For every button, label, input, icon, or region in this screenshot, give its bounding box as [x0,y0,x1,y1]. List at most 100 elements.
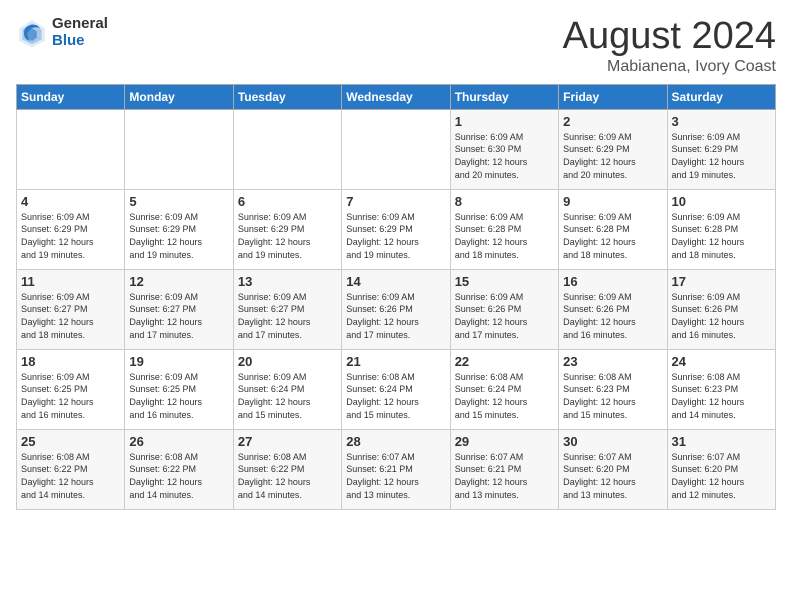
weekday-header: Sunday [17,84,125,109]
day-info: Sunrise: 6:09 AM Sunset: 6:29 PM Dayligh… [346,211,445,261]
calendar-cell: 15 Sunrise: 6:09 AM Sunset: 6:26 PM Dayli… [450,269,558,349]
day-number: 13 [238,274,337,289]
day-info: Sunrise: 6:08 AM Sunset: 6:22 PM Dayligh… [238,451,337,501]
weekday-header-row: SundayMondayTuesdayWednesdayThursdayFrid… [17,84,776,109]
day-info: Sunrise: 6:09 AM Sunset: 6:28 PM Dayligh… [672,211,771,261]
day-number: 8 [455,194,554,209]
calendar-cell: 23 Sunrise: 6:08 AM Sunset: 6:23 PM Dayli… [559,349,667,429]
calendar-week-row: 25 Sunrise: 6:08 AM Sunset: 6:22 PM Dayli… [17,429,776,509]
day-info: Sunrise: 6:09 AM Sunset: 6:25 PM Dayligh… [21,371,120,421]
logo-text: General Blue [52,16,108,49]
calendar-cell: 4Sunrise: 6:09 AM Sunset: 6:29 PM Daylig… [17,189,125,269]
weekday-header: Tuesday [233,84,341,109]
title-block: August 2024 Mabianena, Ivory Coast [563,16,776,76]
calendar-cell: 19 Sunrise: 6:09 AM Sunset: 6:25 PM Dayli… [125,349,233,429]
calendar-cell: 9 Sunrise: 6:09 AM Sunset: 6:28 PM Daylig… [559,189,667,269]
weekday-header: Monday [125,84,233,109]
calendar-week-row: 11 Sunrise: 6:09 AM Sunset: 6:27 PM Dayli… [17,269,776,349]
day-number: 22 [455,354,554,369]
calendar-cell: 27Sunrise: 6:08 AM Sunset: 6:22 PM Dayli… [233,429,341,509]
calendar-cell: 29 Sunrise: 6:07 AM Sunset: 6:21 PM Dayli… [450,429,558,509]
calendar-week-row: 1Sunrise: 6:09 AM Sunset: 6:30 PM Daylig… [17,109,776,189]
day-info: Sunrise: 6:08 AM Sunset: 6:23 PM Dayligh… [563,371,662,421]
calendar-week-row: 18 Sunrise: 6:09 AM Sunset: 6:25 PM Dayli… [17,349,776,429]
calendar-cell: 11 Sunrise: 6:09 AM Sunset: 6:27 PM Dayli… [17,269,125,349]
weekday-header: Thursday [450,84,558,109]
calendar-week-row: 4 Sunrise: 6:09 AM Sunset: 6:29 PM Daylig… [17,189,776,269]
day-number: 26 [129,434,228,449]
day-number: 21 [346,354,445,369]
day-number: 9 [563,194,662,209]
day-info: Sunrise: 6:07 AM Sunset: 6:21 PM Dayligh… [346,451,445,501]
calendar-cell: 7 Sunrise: 6:09 AM Sunset: 6:29 PM Daylig… [342,189,450,269]
day-number: 19 [129,354,228,369]
calendar-cell: 2Sunrise: 6:09 AM Sunset: 6:29 PM Daylig… [559,109,667,189]
day-info: Sunrise: 6:08 AM Sunset: 6:22 PM Dayligh… [129,451,228,501]
calendar-cell: 12 Sunrise: 6:09 AM Sunset: 6:27 PM Dayli… [125,269,233,349]
day-number: 4 [21,194,120,209]
day-info: Sunrise: 6:09 AM Sunset: 6:29 PM Dayligh… [672,131,771,181]
calendar-cell: 24 Sunrise: 6:08 AM Sunset: 6:23 PM Dayli… [667,349,775,429]
day-info: Sunrise: 6:09 AM Sunset: 6:24 PM Dayligh… [238,371,337,421]
day-info: Sunrise: 6:08 AM Sunset: 6:24 PM Dayligh… [455,371,554,421]
day-number: 28 [346,434,445,449]
calendar-cell: 31 Sunrise: 6:07 AM Sunset: 6:20 PM Dayli… [667,429,775,509]
calendar-cell: 10 Sunrise: 6:09 AM Sunset: 6:28 PM Dayli… [667,189,775,269]
day-info: Sunrise: 6:09 AM Sunset: 6:26 PM Dayligh… [455,291,554,341]
calendar-cell: 16Sunrise: 6:09 AM Sunset: 6:26 PM Dayli… [559,269,667,349]
day-info: Sunrise: 6:09 AM Sunset: 6:27 PM Dayligh… [21,291,120,341]
calendar-cell: 1Sunrise: 6:09 AM Sunset: 6:30 PM Daylig… [450,109,558,189]
calendar-cell [342,109,450,189]
day-info: Sunrise: 6:08 AM Sunset: 6:22 PM Dayligh… [21,451,120,501]
day-number: 3 [672,114,771,129]
day-number: 29 [455,434,554,449]
calendar-cell: 22 Sunrise: 6:08 AM Sunset: 6:24 PM Dayli… [450,349,558,429]
day-info: Sunrise: 6:09 AM Sunset: 6:26 PM Dayligh… [563,291,662,341]
calendar-cell: 8 Sunrise: 6:09 AM Sunset: 6:28 PM Daylig… [450,189,558,269]
calendar-cell: 20 Sunrise: 6:09 AM Sunset: 6:24 PM Dayli… [233,349,341,429]
calendar-table: SundayMondayTuesdayWednesdayThursdayFrid… [16,84,776,510]
day-number: 6 [238,194,337,209]
day-info: Sunrise: 6:09 AM Sunset: 6:28 PM Dayligh… [563,211,662,261]
calendar-cell: 25 Sunrise: 6:08 AM Sunset: 6:22 PM Dayli… [17,429,125,509]
day-number: 23 [563,354,662,369]
calendar-cell: 3 Sunrise: 6:09 AM Sunset: 6:29 PM Daylig… [667,109,775,189]
calendar-cell: 30 Sunrise: 6:07 AM Sunset: 6:20 PM Dayli… [559,429,667,509]
calendar-cell: 21Sunrise: 6:08 AM Sunset: 6:24 PM Dayli… [342,349,450,429]
day-info: Sunrise: 6:07 AM Sunset: 6:21 PM Dayligh… [455,451,554,501]
day-info: Sunrise: 6:09 AM Sunset: 6:26 PM Dayligh… [672,291,771,341]
calendar-cell: 5Sunrise: 6:09 AM Sunset: 6:29 PM Daylig… [125,189,233,269]
weekday-header: Saturday [667,84,775,109]
day-info: Sunrise: 6:07 AM Sunset: 6:20 PM Dayligh… [563,451,662,501]
calendar-cell [17,109,125,189]
day-number: 10 [672,194,771,209]
day-info: Sunrise: 6:09 AM Sunset: 6:29 PM Dayligh… [238,211,337,261]
location: Mabianena, Ivory Coast [563,58,776,76]
day-number: 2 [563,114,662,129]
day-number: 18 [21,354,120,369]
calendar-cell: 13 Sunrise: 6:09 AM Sunset: 6:27 PM Dayli… [233,269,341,349]
weekday-header: Friday [559,84,667,109]
calendar-cell: 18 Sunrise: 6:09 AM Sunset: 6:25 PM Dayli… [17,349,125,429]
day-info: Sunrise: 6:07 AM Sunset: 6:20 PM Dayligh… [672,451,771,501]
calendar-cell [125,109,233,189]
day-number: 25 [21,434,120,449]
calendar-cell: 28 Sunrise: 6:07 AM Sunset: 6:21 PM Dayli… [342,429,450,509]
day-info: Sunrise: 6:08 AM Sunset: 6:23 PM Dayligh… [672,371,771,421]
day-number: 17 [672,274,771,289]
day-number: 24 [672,354,771,369]
day-number: 30 [563,434,662,449]
day-info: Sunrise: 6:09 AM Sunset: 6:26 PM Dayligh… [346,291,445,341]
day-number: 12 [129,274,228,289]
day-number: 15 [455,274,554,289]
logo-icon [16,17,48,49]
day-info: Sunrise: 6:09 AM Sunset: 6:28 PM Dayligh… [455,211,554,261]
day-number: 5 [129,194,228,209]
day-info: Sunrise: 6:09 AM Sunset: 6:27 PM Dayligh… [238,291,337,341]
day-info: Sunrise: 6:09 AM Sunset: 6:27 PM Dayligh… [129,291,228,341]
day-number: 31 [672,434,771,449]
day-info: Sunrise: 6:09 AM Sunset: 6:25 PM Dayligh… [129,371,228,421]
day-number: 20 [238,354,337,369]
day-number: 11 [21,274,120,289]
day-number: 7 [346,194,445,209]
